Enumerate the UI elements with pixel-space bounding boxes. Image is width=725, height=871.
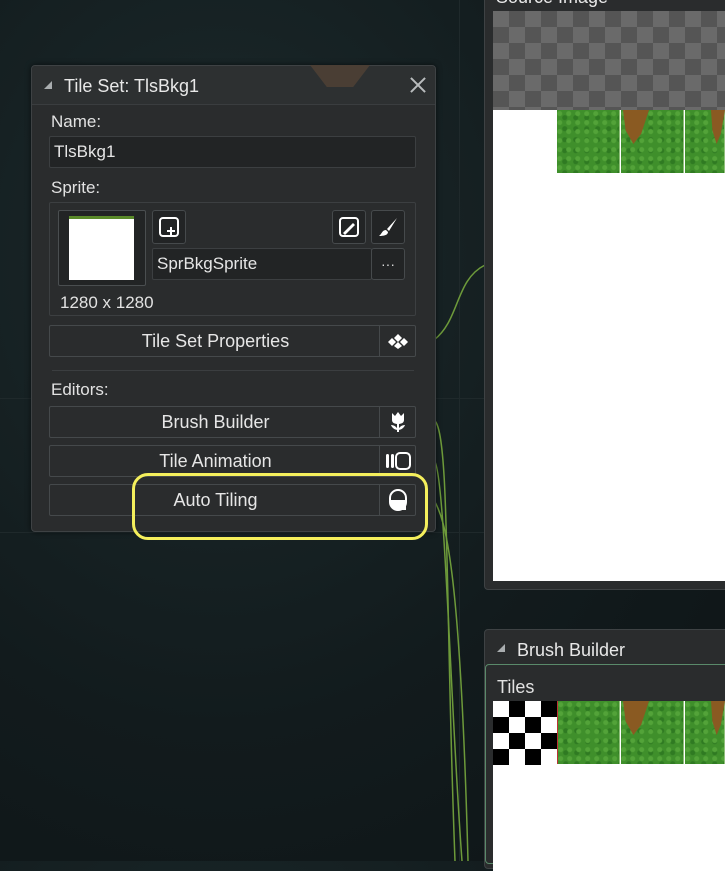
edit-image-icon [339, 217, 359, 237]
grass-tile[interactable] [557, 701, 620, 764]
name-input[interactable]: TlsBkg1 [49, 136, 416, 168]
film-frames-icon [379, 446, 415, 476]
tileset-window-header[interactable]: Tile Set: TlsBkg1 [32, 65, 435, 105]
name-label: Name: [51, 112, 102, 131]
divider [52, 370, 414, 371]
sprite-size-text: 1280 x 1280 [60, 293, 154, 312]
tulip-icon [379, 407, 415, 437]
collapse-icon[interactable] [497, 644, 505, 652]
edit-sprite-button[interactable] [332, 210, 366, 244]
paintbrush-icon [379, 218, 397, 236]
sprite-label: Sprite: [51, 178, 101, 197]
window-title: Tile Set: TlsBkg1 [64, 76, 200, 96]
empty-tile-checker[interactable] [493, 701, 557, 765]
brush-builder-title: Brush Builder [517, 640, 626, 660]
sprite-thumbnail [69, 216, 134, 280]
source-panel-title: Source Image [496, 0, 608, 8]
tiles-grid-icon [379, 326, 415, 356]
header-notch [310, 65, 370, 87]
tile-animation-label: Tile Animation [159, 451, 272, 471]
tiles-label: Tiles [497, 677, 535, 697]
brush-builder-label: Brush Builder [161, 412, 270, 432]
sprite-thumbnail-frame[interactable] [58, 210, 146, 286]
sprite-browse-button[interactable]: ··· [371, 248, 405, 280]
new-sprite-icon [159, 217, 179, 237]
tileset-window: Tile Set: TlsBkg1 Name: TlsBkg1 Sprite: [31, 65, 436, 532]
sprite-select-field[interactable]: SprBkgSprite [152, 248, 372, 280]
close-icon[interactable] [409, 76, 427, 94]
brush-button[interactable] [371, 210, 405, 244]
sprite-panel: SprBkgSprite ··· 1280 x 1280 [49, 202, 416, 316]
grass-tile [557, 110, 620, 173]
new-sprite-button[interactable] [152, 210, 186, 244]
tileset-properties-label: Tile Set Properties [141, 331, 290, 351]
editors-label: Editors: [51, 380, 109, 399]
highlight-outline [132, 473, 428, 540]
tileset-properties-button[interactable]: Tile Set Properties [49, 325, 416, 357]
brush-builder-button[interactable]: Brush Builder [49, 406, 416, 438]
collapse-icon[interactable] [44, 81, 52, 89]
transparent-checker [493, 11, 725, 110]
